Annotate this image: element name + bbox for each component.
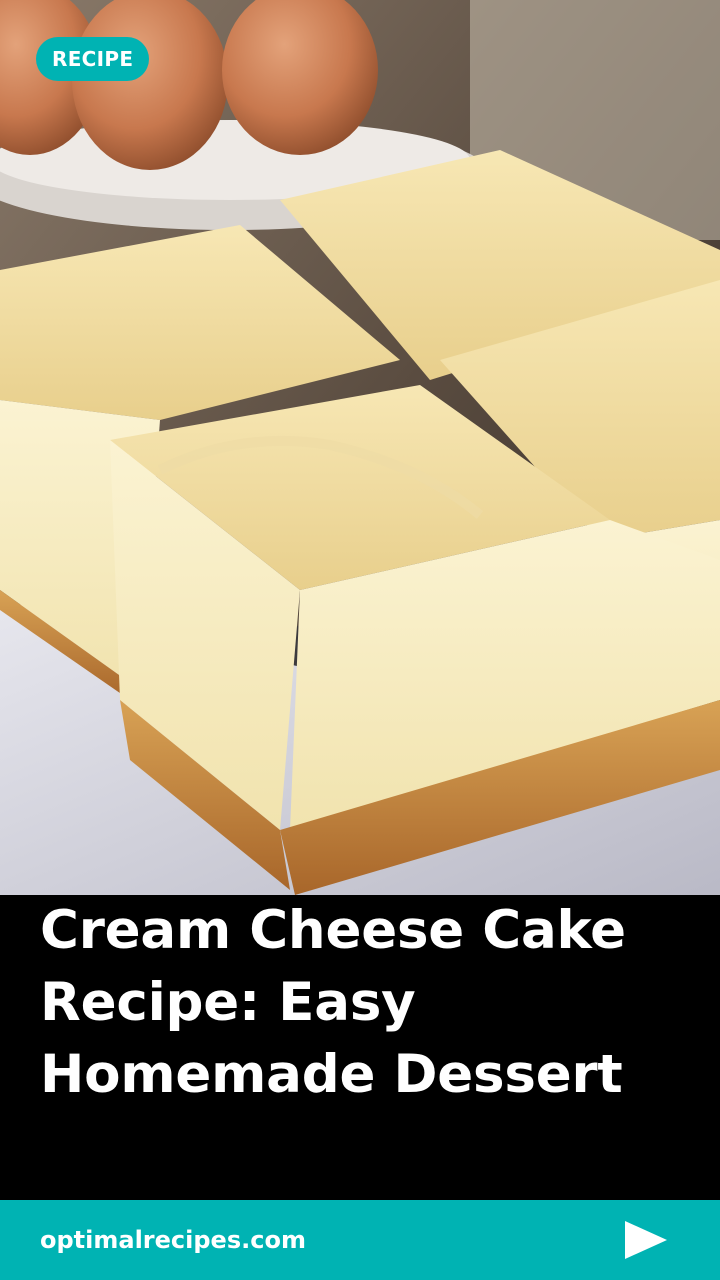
recipe-badge: RECIPE <box>36 37 150 81</box>
site-link[interactable]: optimalrecipes.com <box>40 1226 306 1254</box>
recipe-title: Cream Cheese Cake Recipe: Easy Homemade … <box>40 900 626 1105</box>
hero-photo <box>0 0 720 900</box>
story-page: RECIPE Cream Cheese Cake Recipe: Easy Ho… <box>0 0 720 1280</box>
title-panel: Cream Cheese Cake Recipe: Easy Homemade … <box>0 895 720 1200</box>
footer-bar[interactable]: optimalrecipes.com <box>0 1200 720 1280</box>
play-arrow-icon[interactable] <box>616 1210 676 1270</box>
